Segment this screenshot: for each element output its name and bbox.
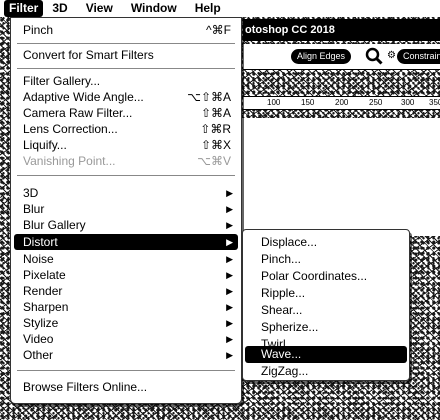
menu-view[interactable]: View — [77, 0, 122, 17]
shortcut-label: ⇧⌘A — [200, 106, 231, 120]
menu-item-browse-filters-online[interactable]: Browse Filters Online... — [11, 379, 241, 395]
document-title-tab[interactable]: otoshop CC 2018 — [243, 19, 440, 41]
menu-item-liquify[interactable]: Liquify... ⇧⌘X — [11, 137, 241, 153]
menu-item-filter-gallery[interactable]: Filter Gallery... — [11, 73, 241, 89]
menu-item-other[interactable]: Other ▶ — [11, 347, 241, 363]
submenu-item-ripple[interactable]: Ripple... — [243, 285, 409, 302]
menu-item-label: Video — [23, 332, 54, 346]
shortcut-label: ⌥⇧⌘A — [187, 90, 231, 104]
menu-separator — [17, 370, 235, 371]
menu-item-noise[interactable]: Noise ▶ — [11, 251, 241, 267]
ruler-tick: 350 — [429, 98, 440, 107]
menu-item-label: Blur Gallery — [23, 218, 86, 232]
constrain-button[interactable]: Constrain — [397, 49, 440, 64]
menu-item-blur-gallery[interactable]: Blur Gallery ▶ — [11, 217, 241, 233]
search-icon[interactable] — [365, 47, 383, 65]
submenu-arrow-icon: ▶ — [226, 350, 233, 360]
menu-item-convert-smart-filters[interactable]: Convert for Smart Filters — [11, 47, 241, 63]
menu-item-vanishing-point: Vanishing Point... ⌥⌘V — [11, 153, 241, 169]
menu-window[interactable]: Window — [122, 0, 186, 17]
shortcut-label: ⌥⌘V — [197, 154, 231, 168]
submenu-arrow-icon: ▶ — [226, 334, 233, 344]
document-canvas[interactable] — [240, 118, 440, 236]
ruler-tick: 300 — [401, 98, 415, 107]
menu-item-adaptive-wide-angle[interactable]: Adaptive Wide Angle... ⌥⇧⌘A — [11, 89, 241, 105]
menu-item-3d[interactable]: 3D ▶ — [11, 185, 241, 201]
filter-menu: Pinch ^⌘F Convert for Smart Filters Filt… — [10, 17, 242, 404]
submenu-arrow-icon: ▶ — [226, 204, 233, 214]
submenu-arrow-icon: ▶ — [226, 302, 233, 312]
options-bar: Align Edges ⚙ Constrain — [243, 44, 440, 70]
gear-icon[interactable]: ⚙ — [387, 51, 397, 61]
menu-item-video[interactable]: Video ▶ — [11, 331, 241, 347]
menu-item-blur[interactable]: Blur ▶ — [11, 201, 241, 217]
menu-item-label: Noise — [23, 252, 54, 266]
shortcut-label: ⇧⌘X — [200, 138, 231, 152]
menu-item-distort[interactable]: Distort ▶ — [14, 234, 238, 250]
menu-item-label: Adaptive Wide Angle... — [23, 90, 144, 104]
menu-item-label: Lens Correction... — [23, 122, 118, 136]
submenu-arrow-icon: ▶ — [226, 286, 233, 296]
menu-item-stylize[interactable]: Stylize ▶ — [11, 315, 241, 331]
ruler-tick: 100 — [267, 98, 281, 107]
menu-3d[interactable]: 3D — [43, 0, 76, 17]
submenu-item-zigzag[interactable]: ZigZag... — [243, 363, 409, 380]
menu-item-label: Pinch — [23, 23, 54, 37]
distort-submenu: Displace... Pinch... Polar Coordinates..… — [242, 229, 410, 381]
align-edges-button[interactable]: Align Edges — [291, 49, 352, 64]
menu-item-sharpen[interactable]: Sharpen ▶ — [11, 299, 241, 315]
menu-item-label: Camera Raw Filter... — [23, 106, 133, 120]
menu-item-label: Blur — [23, 202, 45, 216]
menu-item-pixelate[interactable]: Pixelate ▶ — [11, 267, 241, 283]
submenu-item-polar-coordinates[interactable]: Polar Coordinates... — [243, 268, 409, 285]
menu-item-lens-correction[interactable]: Lens Correction... ⇧⌘R — [11, 121, 241, 137]
shortcut-label: ⇧⌘R — [200, 122, 231, 136]
menu-item-label: 3D — [23, 186, 39, 200]
menu-item-label: Vanishing Point... — [23, 154, 116, 168]
menu-separator — [17, 68, 235, 69]
submenu-item-displace[interactable]: Displace... — [243, 234, 409, 251]
submenu-item-spherize[interactable]: Spherize... — [243, 319, 409, 336]
menu-item-camera-raw-filter[interactable]: Camera Raw Filter... ⇧⌘A — [11, 105, 241, 121]
menu-item-label: Distort — [23, 235, 58, 249]
menu-item-render[interactable]: Render ▶ — [11, 283, 241, 299]
submenu-item-shear[interactable]: Shear... — [243, 302, 409, 319]
submenu-arrow-icon: ▶ — [226, 254, 233, 264]
submenu-arrow-icon: ▶ — [226, 318, 233, 328]
menu-bar: Filter 3D View Window Help — [0, 0, 440, 17]
submenu-arrow-icon: ▶ — [226, 270, 233, 280]
menu-item-label: Stylize — [23, 316, 59, 330]
menu-item-last-filter[interactable]: Pinch ^⌘F — [11, 22, 241, 38]
menu-help[interactable]: Help — [186, 0, 230, 17]
shortcut-label: ^⌘F — [206, 23, 231, 37]
menu-item-label: Pixelate — [23, 268, 66, 282]
menu-separator — [17, 43, 235, 44]
ruler-tick: 150 — [301, 98, 315, 107]
menu-item-label: Sharpen — [23, 300, 69, 314]
submenu-item-pinch[interactable]: Pinch... — [243, 251, 409, 268]
submenu-arrow-icon: ▶ — [226, 237, 233, 247]
menu-filter[interactable]: Filter — [4, 0, 44, 17]
menu-item-label: Filter Gallery... — [23, 74, 101, 88]
horizontal-ruler: 100 150 200 250 300 350 — [243, 96, 440, 110]
submenu-arrow-icon: ▶ — [226, 188, 233, 198]
menu-item-label: Other — [23, 348, 54, 362]
menu-item-label: Render — [23, 284, 63, 298]
ruler-tick: 250 — [369, 98, 383, 107]
submenu-item-wave[interactable]: Wave... — [245, 346, 407, 363]
menu-item-label: Liquify... — [23, 138, 67, 152]
submenu-arrow-icon: ▶ — [226, 220, 233, 230]
menu-separator — [17, 175, 235, 176]
ruler-tick: 200 — [335, 98, 349, 107]
